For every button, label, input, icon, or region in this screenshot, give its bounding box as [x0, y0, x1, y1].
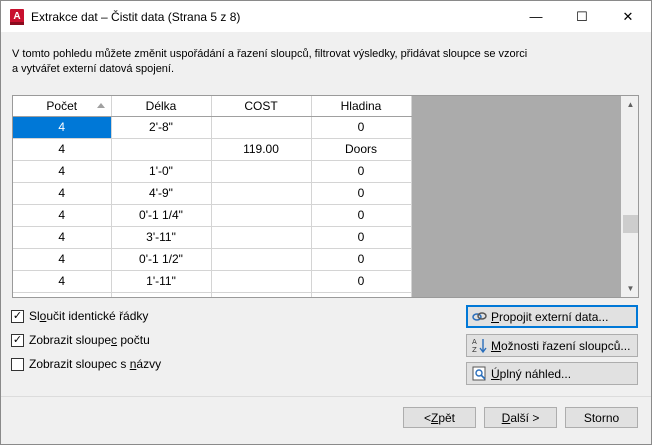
table-row[interactable]: [13, 292, 412, 297]
cell-layer[interactable]: 0: [311, 116, 412, 139]
sort-icon: A Z: [471, 337, 488, 354]
minimize-button[interactable]: —: [513, 1, 559, 32]
window-title: Extrakce dat – Čistit data (Strana 5 z 8…: [31, 9, 241, 24]
options-checkboxes: ✓ Sloučit identické řádky ✓ Zobrazit slo…: [11, 308, 161, 380]
maximize-button[interactable]: ☐: [559, 1, 605, 32]
link-icon: [471, 308, 488, 325]
cell-layer[interactable]: Doors: [311, 138, 412, 161]
cell-count[interactable]: 4: [13, 116, 112, 139]
show-count-column-checkbox[interactable]: ✓: [11, 333, 24, 347]
table-row[interactable]: 4 1'-0" 0: [13, 160, 412, 183]
table-row[interactable]: 4 4'-9" 0: [13, 182, 412, 205]
column-sort-options-button[interactable]: A Z Možnosti řazení sloupců...: [466, 334, 638, 357]
cell-length[interactable]: 3'-11": [111, 226, 212, 249]
column-header-label: Délka: [145, 98, 177, 113]
footer-bar: < Zpět Další > Storno: [1, 397, 651, 444]
cell-cost[interactable]: [211, 270, 312, 293]
sort-ascending-icon: [96, 103, 105, 108]
cell-layer[interactable]: 0: [311, 270, 412, 293]
cell-length[interactable]: 0'-1 1/2": [111, 248, 212, 271]
instructions-text: V tomto pohledu můžete změnit uspořádání…: [12, 48, 528, 75]
button-label: Možnosti řazení sloupců...: [491, 338, 631, 353]
cell-length[interactable]: 1'-0": [111, 160, 212, 183]
full-preview-button[interactable]: Úplný náhled...: [466, 362, 638, 385]
close-button[interactable]: ✕: [605, 1, 651, 32]
cell-cost[interactable]: [211, 116, 312, 139]
cell-count[interactable]: 4: [13, 182, 112, 205]
column-header-label: Hladina: [340, 98, 382, 113]
link-external-data-button[interactable]: Propojit externí data...: [466, 305, 638, 328]
vertical-scrollbar[interactable]: ▲ ▼: [621, 96, 638, 297]
cell-layer[interactable]: 0: [311, 204, 412, 227]
cell-cost[interactable]: 119.00: [211, 138, 312, 161]
checkbox-label: Sloučit identické řádky: [29, 309, 149, 323]
table-row[interactable]: 4 2'-8" 0: [13, 116, 412, 139]
column-header-label: Počet: [46, 98, 78, 113]
dialog-window: A Extrakce dat – Čistit data (Strana 5 z…: [0, 0, 652, 445]
button-label: Propojit externí data...: [491, 309, 609, 324]
cell-length[interactable]: 1'-11": [111, 270, 212, 293]
cell-count[interactable]: 4: [13, 204, 112, 227]
cell-cost[interactable]: [211, 160, 312, 183]
show-name-column-checkbox[interactable]: [11, 357, 24, 371]
scroll-down-icon[interactable]: ▼: [622, 280, 638, 297]
scroll-up-icon[interactable]: ▲: [622, 96, 638, 113]
back-button[interactable]: < Zpět: [403, 407, 476, 428]
cell-cost[interactable]: [211, 182, 312, 205]
button-label: Úplný náhled...: [491, 366, 572, 381]
table-row[interactable]: 4 1'-11" 0: [13, 270, 412, 293]
cell-count[interactable]: 4: [13, 248, 112, 271]
cell-count[interactable]: [13, 292, 112, 297]
svg-text:A: A: [472, 338, 477, 346]
column-header-length[interactable]: Délka: [111, 96, 212, 117]
cell-cost[interactable]: [211, 292, 312, 297]
column-header-layer[interactable]: Hladina: [311, 96, 412, 117]
show-name-column-option[interactable]: Zobrazit sloupec s názvy: [11, 356, 161, 372]
table-row[interactable]: 4 119.00 Doors: [13, 138, 412, 161]
cell-length[interactable]: 2'-8": [111, 116, 212, 139]
svg-text:Z: Z: [472, 346, 477, 354]
table-row[interactable]: 4 0'-1 1/2" 0: [13, 248, 412, 271]
app-icon-letter: A: [13, 11, 21, 22]
scroll-thumb[interactable]: [623, 215, 638, 233]
column-header-label: COST: [244, 98, 278, 113]
column-header-count[interactable]: Počet: [13, 96, 112, 117]
checkbox-label: Zobrazit sloupec s názvy: [29, 357, 162, 371]
column-header-cost[interactable]: COST: [211, 96, 312, 117]
header-row: Počet Délka COST Hladina: [13, 96, 412, 117]
show-count-column-option[interactable]: ✓ Zobrazit sloupec počtu: [11, 332, 161, 348]
cell-count[interactable]: 4: [13, 160, 112, 183]
cell-cost[interactable]: [211, 204, 312, 227]
cell-count[interactable]: 4: [13, 226, 112, 249]
cell-length[interactable]: 4'-9": [111, 182, 212, 205]
table-row[interactable]: 4 3'-11" 0: [13, 226, 412, 249]
cell-length[interactable]: 0'-1 1/4": [111, 204, 212, 227]
cell-cost[interactable]: [211, 248, 312, 271]
autocad-app-icon: A: [10, 8, 24, 25]
cell-layer[interactable]: 0: [311, 248, 412, 271]
cancel-button[interactable]: Storno: [565, 407, 638, 428]
checkbox-label: Zobrazit sloupec počtu: [29, 333, 150, 347]
merge-identical-rows-checkbox[interactable]: ✓: [11, 309, 24, 323]
next-button[interactable]: Další >: [484, 407, 557, 428]
cell-length[interactable]: [111, 138, 212, 161]
cell-count[interactable]: 4: [13, 270, 112, 293]
data-table: Počet Délka COST Hladina 4 2'-8" 0 4 119…: [13, 96, 412, 297]
merge-identical-rows-option[interactable]: ✓ Sloučit identické řádky: [11, 308, 161, 324]
preview-icon: [471, 365, 488, 382]
title-bar: A Extrakce dat – Čistit data (Strana 5 z…: [1, 1, 651, 32]
cell-layer[interactable]: 0: [311, 226, 412, 249]
cell-layer[interactable]: 0: [311, 160, 412, 183]
cell-length[interactable]: [111, 292, 212, 297]
cell-layer[interactable]: [311, 292, 412, 297]
cell-layer[interactable]: 0: [311, 182, 412, 205]
table-row[interactable]: 4 0'-1 1/4" 0: [13, 204, 412, 227]
cell-cost[interactable]: [211, 226, 312, 249]
cell-count[interactable]: 4: [13, 138, 112, 161]
data-grid[interactable]: Počet Délka COST Hladina 4 2'-8" 0 4 119…: [12, 95, 639, 298]
